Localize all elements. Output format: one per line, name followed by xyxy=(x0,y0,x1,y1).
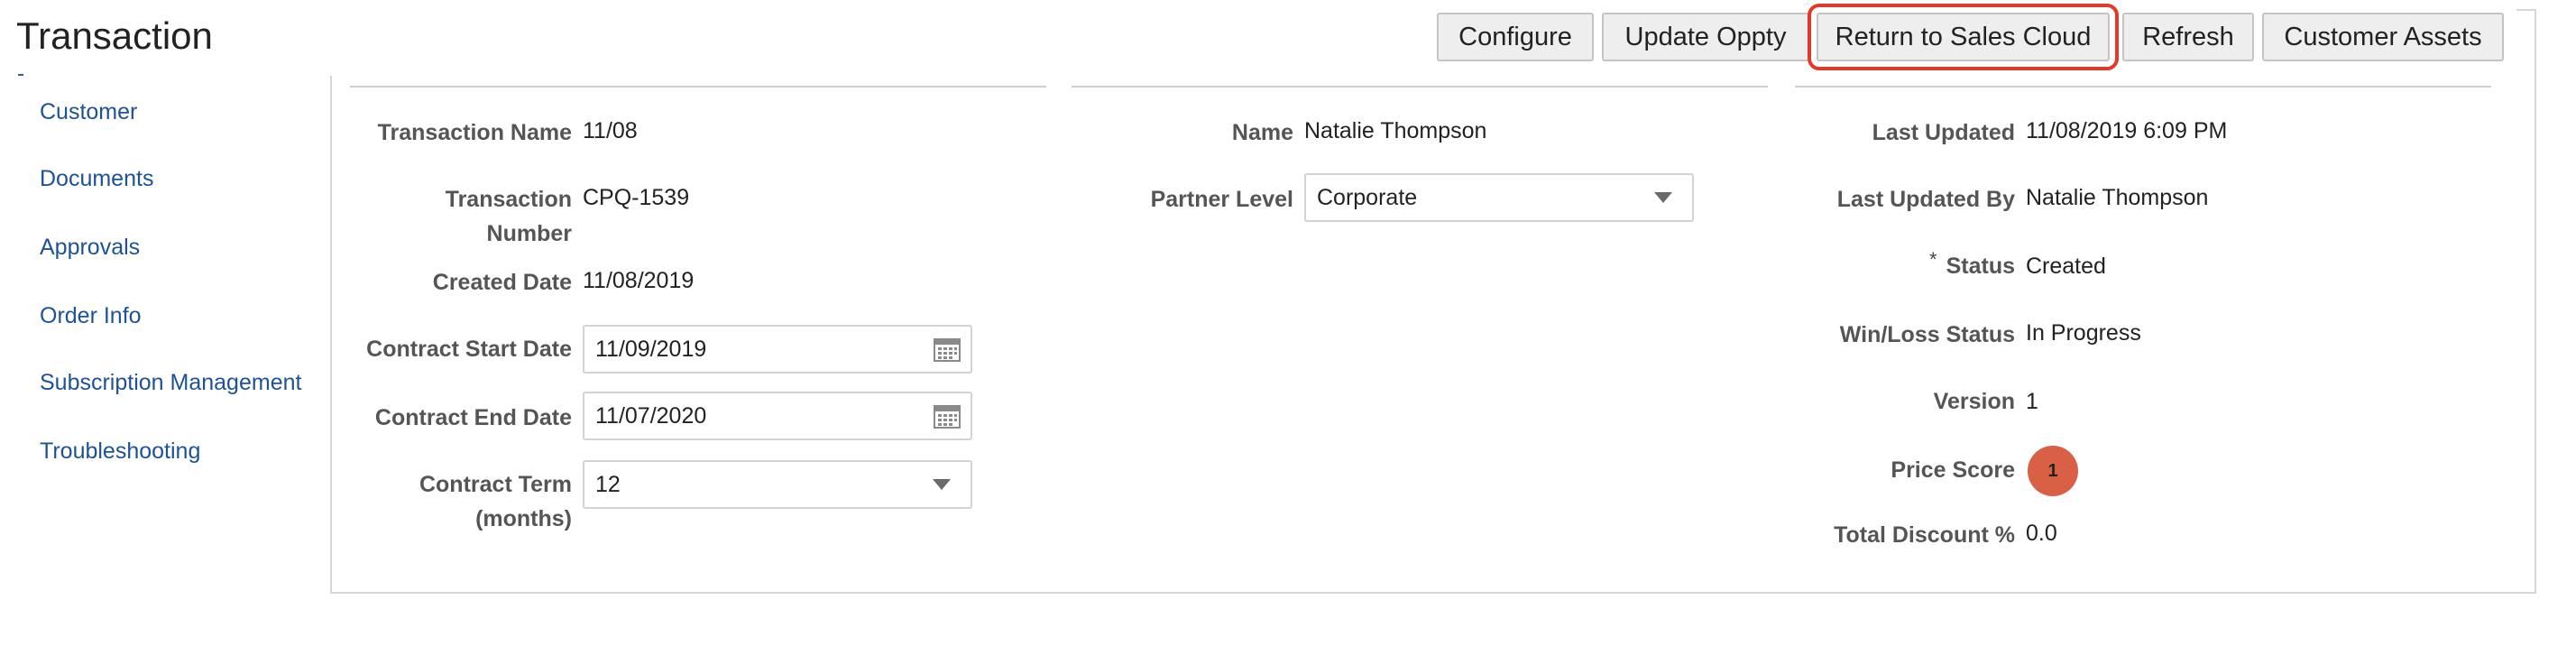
last-updated-label: Last Updated xyxy=(1872,120,2015,145)
update-oppty-button[interactable]: Update Oppty xyxy=(1602,13,1809,61)
contract-term-select[interactable]: 12 xyxy=(583,460,972,509)
transaction-name-label: Transaction Name xyxy=(377,120,572,145)
last-updated-by-label: Last Updated By xyxy=(1836,187,2015,212)
created-date-value: 11/08/2019 xyxy=(583,268,695,293)
column-divider xyxy=(350,86,1046,88)
contract-end-date-input[interactable]: 11/07/2020 xyxy=(583,392,972,440)
price-score-badge: 1 xyxy=(2028,446,2078,496)
status-label: Status xyxy=(1946,254,2015,279)
required-indicator: * xyxy=(1929,248,1937,271)
sidebar-item-troubleshooting[interactable]: Troubleshooting xyxy=(40,438,200,465)
transaction-number-value: CPQ-1539 xyxy=(583,185,690,210)
sidebar-item-subscription-management[interactable]: Subscription Management xyxy=(40,370,301,396)
contract-term-label: Contract Term (months) xyxy=(419,472,572,531)
return-to-sales-cloud-button[interactable]: Return to Sales Cloud xyxy=(1808,4,2119,70)
partner-level-select[interactable]: Corporate xyxy=(1304,173,1694,222)
total-discount-value: 0.0 xyxy=(2026,521,2057,546)
last-updated-by-value: Natalie Thompson xyxy=(2026,185,2209,210)
sidebar-item-order-info[interactable]: Order Info xyxy=(40,303,142,329)
last-updated-value: 11/08/2019 6:09 PM xyxy=(2026,118,2228,143)
version-value: 1 xyxy=(2026,389,2038,414)
column-divider xyxy=(1072,86,1768,88)
contract-term-value: 12 xyxy=(595,471,621,497)
name-value: Natalie Thompson xyxy=(1304,118,1487,143)
contract-start-date-input[interactable]: 11/09/2019 xyxy=(583,325,972,374)
panel-corner xyxy=(2516,9,2536,11)
sidebar-item-customer[interactable]: Customer xyxy=(40,99,137,125)
partner-level-label: Partner Level xyxy=(1150,187,1293,212)
status-label-wrap: * Status xyxy=(1786,248,2015,284)
win-loss-status-value: In Progress xyxy=(2026,320,2141,346)
win-loss-status-label: Win/Loss Status xyxy=(1839,322,2015,347)
transaction-name-value: 11/08 xyxy=(583,118,638,143)
created-date-label: Created Date xyxy=(432,270,572,295)
configure-button[interactable]: Configure xyxy=(1437,13,1594,61)
price-score-label: Price Score xyxy=(1891,457,2015,483)
panel-edge xyxy=(2535,9,2536,78)
version-label: Version xyxy=(1933,389,2015,414)
chevron-down-icon xyxy=(1654,192,1672,203)
name-label: Name xyxy=(1231,120,1293,145)
total-discount-label: Total Discount % xyxy=(1834,522,2015,548)
column-divider xyxy=(1795,86,2491,88)
contract-start-date-label: Contract Start Date xyxy=(366,337,572,362)
status-value: Created xyxy=(2026,254,2106,279)
partner-level-value: Corporate xyxy=(1317,184,1418,210)
sidebar-item-documents[interactable]: Documents xyxy=(40,166,153,192)
title-underline xyxy=(18,74,23,76)
customer-assets-button[interactable]: Customer Assets xyxy=(2262,13,2504,61)
chevron-down-icon xyxy=(933,479,951,490)
contract-end-date-value: 11/07/2020 xyxy=(595,402,707,429)
refresh-button[interactable]: Refresh xyxy=(2122,13,2254,61)
transaction-number-label: Transaction Number xyxy=(445,187,572,246)
contract-end-date-label: Contract End Date xyxy=(374,405,572,430)
page-title: Transaction xyxy=(16,14,213,57)
sidebar-item-approvals[interactable]: Approvals xyxy=(40,235,140,261)
calendar-icon[interactable] xyxy=(933,402,961,429)
calendar-icon[interactable] xyxy=(933,336,961,363)
contract-start-date-value: 11/09/2019 xyxy=(595,336,707,362)
